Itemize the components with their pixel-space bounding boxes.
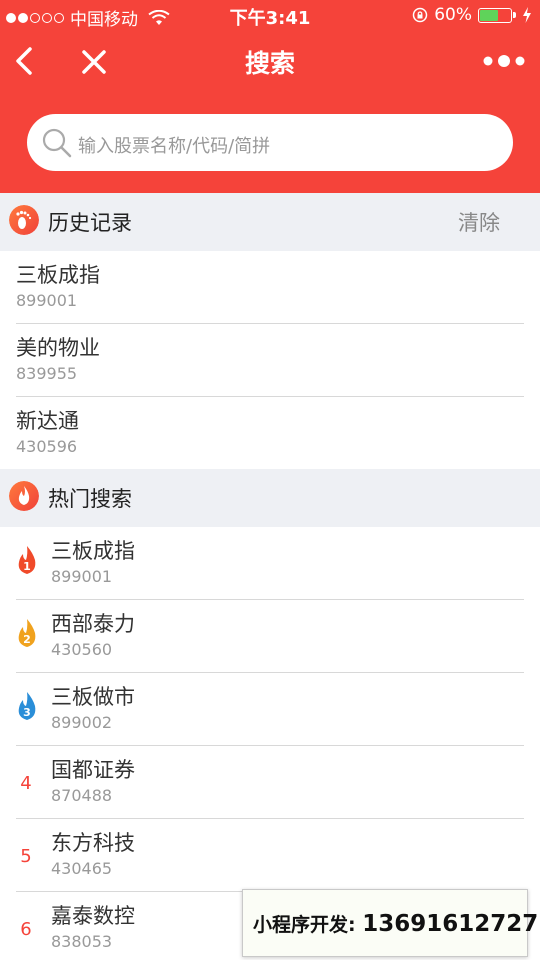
rank-number: 2 (23, 633, 31, 646)
stock-name: 三板做市 (51, 685, 135, 709)
search-placeholder: 输入股票名称/代码/简拼 (78, 136, 271, 157)
page-title: 搜索 (244, 49, 295, 78)
promo-phone: 13691612727 (362, 911, 539, 937)
charging-bolt-icon (523, 7, 531, 23)
stock-code: 870488 (51, 786, 113, 805)
stock-code: 430560 (51, 640, 113, 659)
stock-name: 嘉泰数控 (51, 904, 135, 928)
rank-number: 5 (20, 846, 32, 867)
rotation-lock-icon (412, 7, 428, 23)
battery-body (478, 7, 512, 23)
stock-code: 899001 (16, 291, 78, 310)
stock-name: 新达通 (16, 409, 79, 433)
nav-bar: 搜索 (0, 30, 540, 92)
stock-name: 西部泰力 (51, 612, 135, 636)
stock-code: 899001 (51, 567, 113, 586)
stock-name: 三板成指 (51, 539, 135, 563)
hot-section-header: 热门搜索 (0, 469, 540, 527)
promo-label: 小程序开发: (253, 914, 356, 936)
status-bar: 中国移动 下午3:41 60% (0, 0, 540, 30)
flame-icon (9, 481, 39, 511)
rank-number: 6 (20, 919, 32, 940)
hot-item[interactable]: 4 国都证券 870488 (0, 746, 540, 819)
section-title: 历史记录 (48, 211, 132, 235)
history-section-header: 历史记录 清除 (0, 193, 540, 251)
search-icon (42, 128, 72, 158)
stock-code: 430596 (16, 437, 78, 456)
hot-item[interactable]: 2 西部泰力 430560 (0, 600, 540, 673)
stock-code: 838053 (51, 932, 113, 951)
battery-fill (480, 9, 498, 21)
stock-name: 东方科技 (51, 831, 135, 855)
stock-name: 三板成指 (16, 263, 100, 287)
clear-history-button[interactable]: 清除 (458, 207, 500, 237)
battery-percent: 60% (434, 5, 472, 25)
search-input[interactable]: 输入股票名称/代码/简拼 (27, 114, 513, 171)
stock-code: 839955 (16, 364, 78, 383)
history-item[interactable]: 新达通 430596 (0, 397, 540, 470)
footprint-icon (9, 205, 39, 235)
stock-code: 899002 (51, 713, 113, 732)
contact-banner[interactable]: 小程序开发: 13691612727 (242, 889, 538, 957)
hot-item[interactable]: 5 东方科技 430465 (0, 819, 540, 892)
rank-number: 1 (23, 560, 31, 573)
stock-name: 美的物业 (16, 336, 100, 360)
stock-code: 430465 (51, 859, 113, 878)
more-dots-icon[interactable] (482, 54, 526, 68)
battery-tip (513, 12, 516, 18)
promo-text: 小程序开发: 13691612727 (253, 910, 538, 937)
hot-item[interactable]: 1 三板成指 899001 (0, 527, 540, 600)
status-right: 60% (412, 5, 532, 25)
battery-icon (478, 7, 516, 23)
rank-number: 3 (23, 706, 31, 719)
rank-number: 4 (20, 773, 32, 794)
history-item[interactable]: 美的物业 839955 (0, 324, 540, 397)
section-title: 热门搜索 (48, 487, 132, 511)
history-item[interactable]: 三板成指 899001 (0, 251, 540, 324)
hot-item[interactable]: 3 三板做市 899002 (0, 673, 540, 746)
stock-name: 国都证券 (51, 758, 135, 782)
header: 中国移动 下午3:41 60% 搜索 输入股票名称/代码/简拼 (0, 0, 540, 193)
